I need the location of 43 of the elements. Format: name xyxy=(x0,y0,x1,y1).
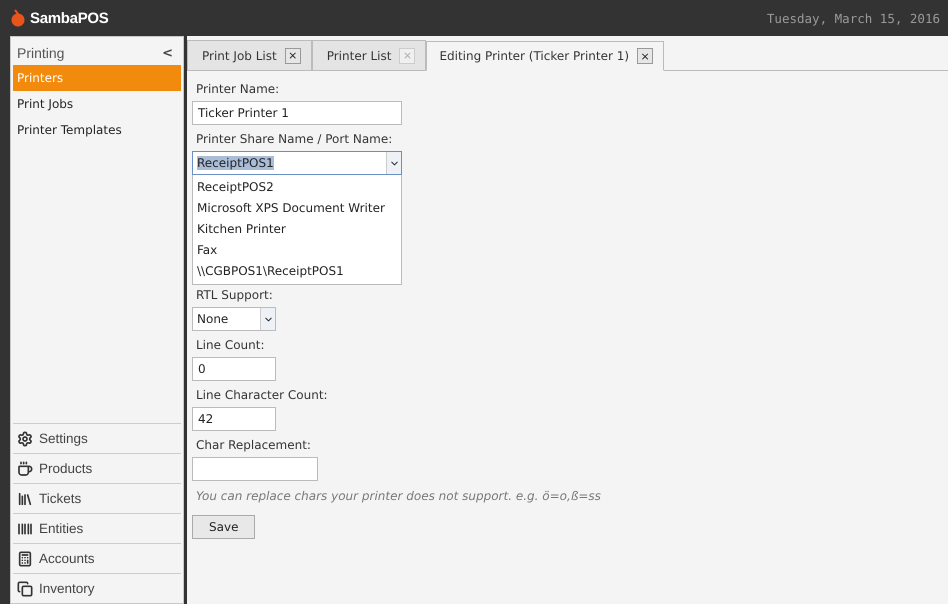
field-label: Line Count: xyxy=(195,338,266,352)
dropdown[interactable]: ReceiptPOS1 xyxy=(192,151,402,175)
field-label: Printer Share Name / Port Name: xyxy=(195,132,394,146)
nav-section[interactable]: Products xyxy=(13,453,181,483)
dropdown-option[interactable]: Fax xyxy=(193,240,401,261)
tab[interactable]: Print Job List × xyxy=(187,40,312,70)
save-button[interactable]: Save xyxy=(192,515,256,539)
sidebar-item[interactable]: Print Jobs xyxy=(13,91,181,117)
sidebar-title: Printing xyxy=(17,45,64,61)
calculator-icon xyxy=(17,550,33,566)
app-name: SambaPOS xyxy=(30,10,108,26)
nav-section[interactable]: Tickets xyxy=(13,483,181,513)
dropdown-option[interactable]: Kitchen Printer xyxy=(193,219,401,240)
dropdown-option[interactable]: ReceiptPOS2 xyxy=(193,177,401,198)
cup-icon xyxy=(17,460,33,476)
close-button[interactable]: × xyxy=(284,48,301,64)
dropdown[interactable]: None xyxy=(192,307,276,331)
field-label: RTL Support: xyxy=(195,288,274,302)
number-field[interactable]: 0 xyxy=(192,357,276,381)
field-label: Char Replacement: xyxy=(195,438,312,452)
apple-icon xyxy=(10,9,26,27)
sidebar-item[interactable]: Printer Templates xyxy=(13,117,181,143)
field-label: Line Character Count: xyxy=(195,388,329,402)
close-button[interactable]: × xyxy=(637,48,654,64)
text-field[interactable] xyxy=(192,457,318,481)
field-label: Printer Name: xyxy=(195,82,280,96)
nav-section[interactable]: Accounts xyxy=(13,543,181,573)
copy-icon xyxy=(17,580,33,596)
barcode-icon xyxy=(17,520,33,536)
date-label: Tuesday, March 15, 2016 xyxy=(766,10,940,26)
books-icon xyxy=(17,490,33,506)
nav-section[interactable]: Settings xyxy=(13,423,181,453)
dropdown-option[interactable]: \\CGBPOS1\ReceiptPOS1 xyxy=(193,261,401,282)
settings-icon xyxy=(17,430,33,446)
number-field[interactable]: 42 xyxy=(192,407,276,431)
text-field[interactable]: Ticker Printer 1 xyxy=(192,101,402,125)
nav-section[interactable]: Inventory xyxy=(13,573,181,603)
tab[interactable]: Editing Printer (Ticker Printer 1) × xyxy=(426,41,664,71)
hint-text: You can replace chars your printer does not support. e.g. ö=o,ß=ss xyxy=(195,489,602,503)
dropdown-option[interactable]: Microsoft XPS Document Writer xyxy=(193,198,401,219)
collapse-button[interactable]: < xyxy=(162,46,173,60)
nav-section[interactable]: Entities xyxy=(13,513,181,543)
tab[interactable]: Printer List × xyxy=(312,40,426,70)
